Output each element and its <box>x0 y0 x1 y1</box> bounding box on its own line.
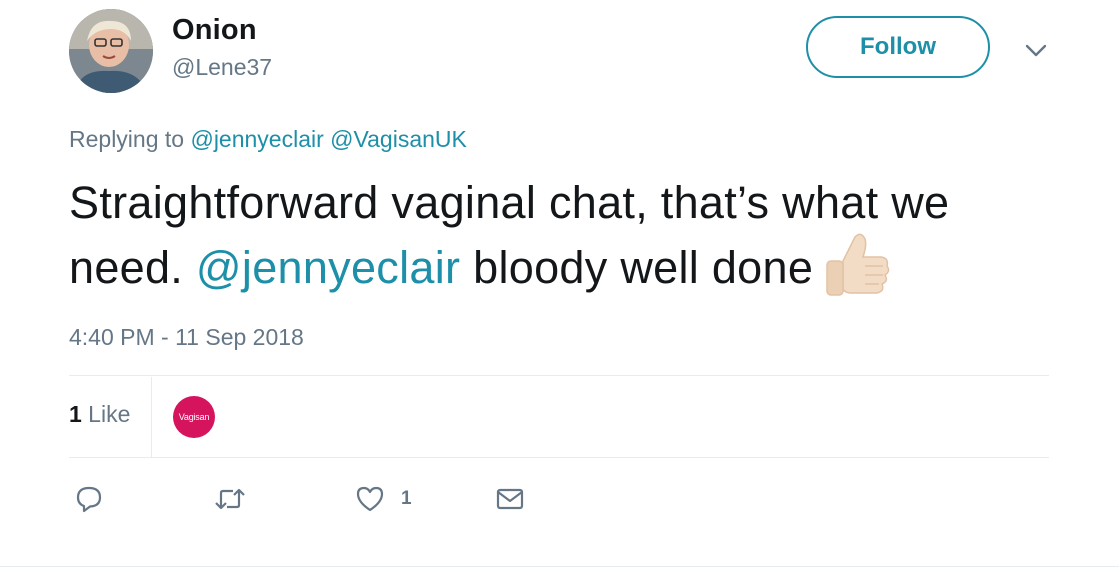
tweet-card: Onion @Lene37 Follow Replying to @jennye… <box>0 0 1119 571</box>
bottom-divider <box>0 566 1119 567</box>
likes-count: 1 <box>69 401 82 427</box>
reply-mention-link[interactable]: @VagisanUK <box>330 126 467 152</box>
envelope-icon <box>496 488 524 510</box>
user-handle[interactable]: @Lene37 <box>172 54 272 81</box>
retweet-button[interactable] <box>213 483 247 515</box>
tweet-text-part: bloody well done <box>460 242 814 293</box>
reply-icon <box>76 486 102 513</box>
divider <box>69 457 1049 458</box>
replying-to-label: Replying to <box>69 126 191 152</box>
thumbs-up-icon <box>821 231 891 316</box>
user-avatar[interactable] <box>69 9 153 93</box>
tweet-timestamp[interactable]: 4:40 PM - 11 Sep 2018 <box>69 324 304 351</box>
replying-to: Replying to @jennyeclair @VagisanUK <box>69 126 467 153</box>
tweet-text: Straightforward vaginal chat, that’s wha… <box>69 174 1059 316</box>
stats-separator <box>151 377 152 457</box>
divider <box>69 375 1049 376</box>
likes-stat[interactable]: 1 Like <box>69 401 130 428</box>
reply-button[interactable] <box>74 483 104 515</box>
heart-icon <box>356 486 384 512</box>
retweet-icon <box>215 488 245 510</box>
likes-label: Like <box>81 401 131 427</box>
like-count: 1 <box>401 488 412 509</box>
follow-button[interactable]: Follow <box>806 16 990 78</box>
liker-avatar[interactable]: Vagisan <box>173 396 215 438</box>
reply-mention-link[interactable]: @jennyeclair <box>190 126 323 152</box>
like-button[interactable]: 1 <box>355 483 412 515</box>
tweet-mention-link[interactable]: @jennyeclair <box>196 242 460 293</box>
direct-message-button[interactable] <box>495 483 525 515</box>
chevron-down-icon[interactable] <box>1022 38 1050 62</box>
display-name[interactable]: Onion <box>172 14 257 47</box>
liker-avatar-text: Vagisan <box>178 412 210 422</box>
